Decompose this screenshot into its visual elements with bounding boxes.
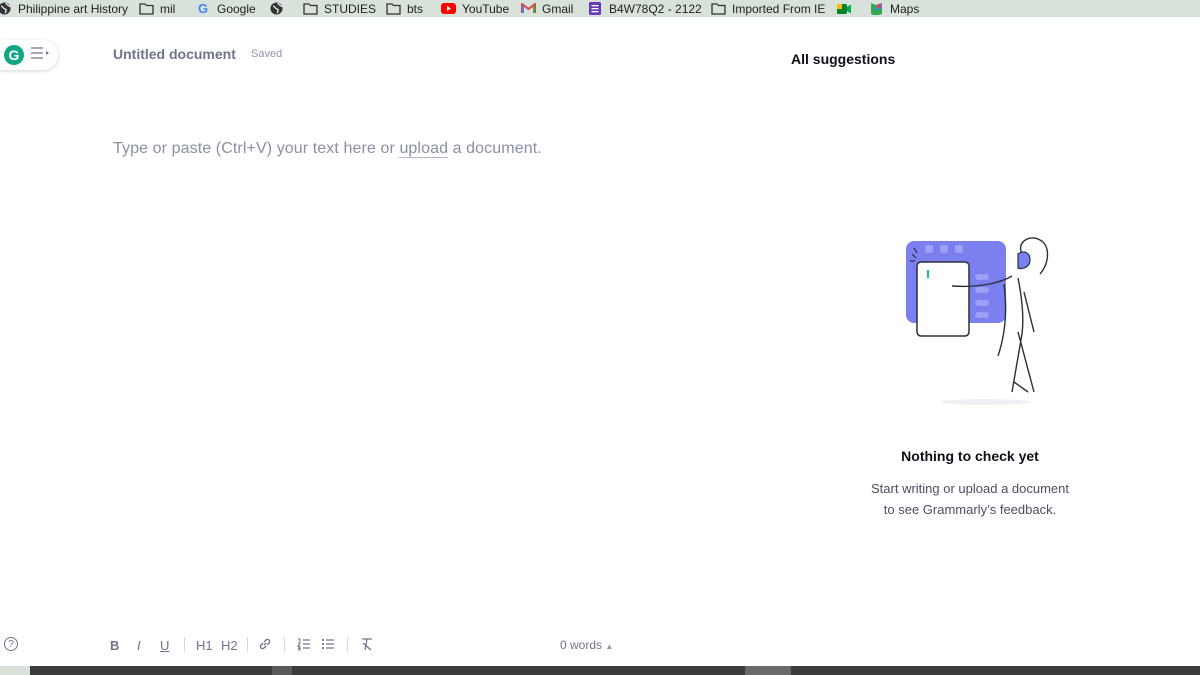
toolbar-divider <box>184 637 185 652</box>
empty-state-title: Nothing to check yet <box>901 448 1039 464</box>
clear-formatting-icon <box>360 637 374 654</box>
toolbar-divider <box>247 637 248 652</box>
folder-icon <box>710 2 726 16</box>
bullet-list-icon <box>321 637 335 654</box>
grammarly-menu-button[interactable]: G <box>0 40 58 70</box>
placeholder-text-end: a document. <box>448 140 542 157</box>
bookmark-bts[interactable]: bts <box>385 0 423 17</box>
google-icon: G <box>197 1 209 16</box>
toolbar-divider <box>284 637 285 652</box>
hamburger-icon <box>30 46 50 65</box>
underline-button[interactable]: U <box>160 636 169 654</box>
taskbar-app-active[interactable] <box>745 666 791 675</box>
globe-icon <box>0 2 12 16</box>
link-button[interactable] <box>258 636 272 654</box>
bookmark-meet[interactable] <box>836 0 852 17</box>
forms-icon <box>587 2 603 16</box>
bookmark-imported-from-ie[interactable]: Imported From IE <box>710 0 825 17</box>
bullet-list-button[interactable] <box>321 636 335 654</box>
heading-2-button[interactable]: H2 <box>221 636 238 654</box>
os-taskbar <box>0 666 1200 675</box>
empty-state-description: Start writing or upload a document to se… <box>840 478 1100 520</box>
meet-icon <box>836 2 852 16</box>
save-status: Saved <box>251 48 283 60</box>
folder-icon <box>385 2 401 16</box>
bookmark-philippine-art-history[interactable]: Philippine art History <box>0 0 128 17</box>
clear-formatting-button[interactable] <box>360 636 374 654</box>
word-count-button[interactable]: 0 words ▲ <box>560 638 613 652</box>
grammarly-logo-icon: G <box>4 45 24 65</box>
toolbar-divider <box>347 637 348 652</box>
link-icon <box>258 637 272 654</box>
gmail-icon <box>520 2 536 16</box>
globe-icon <box>268 2 284 16</box>
all-suggestions-header: All suggestions <box>791 51 896 67</box>
bookmark-youtube[interactable]: YouTube <box>440 0 509 17</box>
bookmark-gmail[interactable]: Gmail <box>520 0 573 17</box>
italic-button[interactable]: I <box>137 636 141 654</box>
heading-1-button[interactable]: H1 <box>196 636 213 654</box>
bookmark-studies[interactable]: STUDIES <box>302 0 376 17</box>
folder-icon <box>302 2 318 16</box>
bookmark-google[interactable]: G Google <box>195 0 256 17</box>
empty-state-line-1: Start writing or upload a document <box>871 481 1069 496</box>
upload-link[interactable]: upload <box>399 140 449 158</box>
taskbar-edge <box>0 666 30 675</box>
bookmark-mil[interactable]: mil <box>138 0 175 17</box>
bookmark-globe[interactable] <box>268 0 284 17</box>
maps-icon <box>868 2 884 16</box>
taskbar-app[interactable] <box>272 666 292 675</box>
empty-state-illustration <box>906 237 1049 405</box>
numbered-list-icon <box>297 637 311 654</box>
caret-up-icon: ▲ <box>605 642 614 651</box>
word-count: 0 words <box>560 638 603 652</box>
bookmark-maps[interactable]: Maps <box>868 0 919 17</box>
bookmark-forms[interactable]: B4W78Q2 - 2122 <box>587 0 702 17</box>
placeholder-text: Type or paste (Ctrl+V) your text here or <box>113 140 400 157</box>
numbered-list-button[interactable] <box>297 636 311 654</box>
help-button[interactable]: ? <box>4 637 18 651</box>
editor-placeholder[interactable]: Type or paste (Ctrl+V) your text here or… <box>113 140 542 158</box>
document-title[interactable]: Untitled document <box>113 46 236 62</box>
empty-state-line-2: to see Grammarly’s feedback. <box>883 502 1057 517</box>
youtube-icon <box>440 2 456 16</box>
folder-icon <box>138 2 154 16</box>
bold-button[interactable]: B <box>110 636 119 654</box>
bookmarks-bar: Philippine art History mil G Google STUD… <box>0 0 1200 17</box>
